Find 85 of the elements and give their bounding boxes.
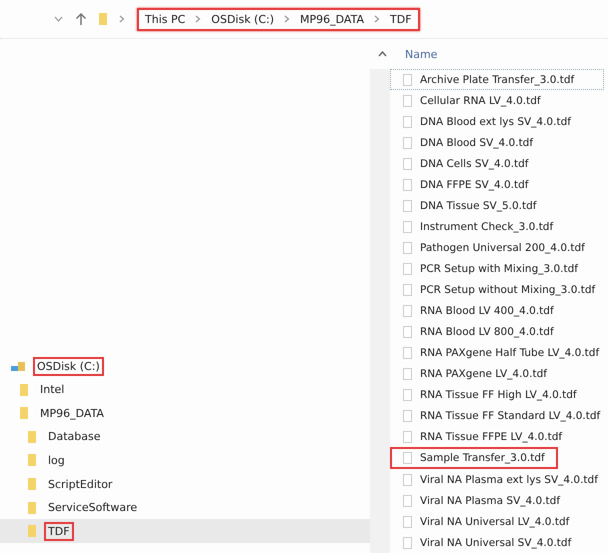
document-icon: [403, 474, 412, 486]
address-bar[interactable]: This PC OSDisk (C:) MP96_DATA TDF: [137, 8, 420, 30]
folder-icon: [28, 453, 36, 468]
tree-item-label[interactable]: log: [44, 450, 69, 470]
tree-item-row[interactable]: log: [0, 448, 370, 472]
folder-icon: [28, 477, 36, 492]
folder-icon: [20, 382, 28, 397]
file-item[interactable]: RNA Blood LV 400_4.0.tdf: [390, 300, 604, 321]
document-icon: [403, 346, 412, 358]
folder-icon: [20, 406, 28, 420]
tree-item-label[interactable]: MP96_DATA: [36, 404, 108, 423]
breadcrumb-item[interactable]: OSDisk (C:): [211, 12, 274, 26]
tree-item-label[interactable]: ScriptEditor: [44, 474, 116, 494]
file-item[interactable]: Pathogen Universal 200_4.0.tdf: [390, 237, 604, 258]
file-item[interactable]: Viral NA Plasma SV_4.0.tdf: [390, 490, 604, 511]
breadcrumb-item[interactable]: TDF: [390, 12, 412, 26]
file-item[interactable]: Viral NA Plasma ext lys SV_4.0.tdf: [390, 469, 604, 490]
document-icon: [403, 516, 412, 528]
document-icon: [403, 220, 412, 232]
tree-item-row[interactable]: Intel: [0, 378, 370, 402]
document-icon: [403, 136, 412, 148]
document-icon: [403, 388, 412, 400]
document-icon: [403, 368, 412, 380]
document-icon: [403, 200, 412, 212]
tree-item-row[interactable]: ServiceSoftware: [0, 496, 370, 520]
tree-item-label[interactable]: OSDisk (C:): [33, 356, 104, 376]
tree-item-row[interactable]: OSDisk (C:): [0, 354, 370, 378]
breadcrumb-item[interactable]: This PC: [145, 12, 186, 26]
tree-item-label[interactable]: Database: [44, 427, 104, 446]
folder-icon: [28, 500, 36, 515]
tree-item-row[interactable]: ScriptEditor: [0, 472, 370, 496]
file-item[interactable]: DNA Blood ext lys SV_4.0.tdf: [390, 111, 604, 132]
document-icon: [403, 326, 412, 338]
file-item[interactable]: Sample Transfer_3.0.tdf: [390, 447, 558, 469]
chevron-right-icon: [284, 15, 290, 23]
folder-icon: [28, 524, 36, 538]
file-item[interactable]: Archive Plate Transfer_3.0.tdf: [390, 69, 604, 90]
file-item[interactable]: RNA Tissue FF Standard LV_4.0.tdf: [390, 405, 604, 426]
file-item[interactable]: RNA Blood LV 800_4.0.tdf: [390, 321, 604, 342]
document-icon: [403, 494, 412, 506]
folder-icon: [28, 430, 36, 444]
document-icon: [403, 284, 412, 296]
document-icon: [403, 74, 412, 86]
file-item[interactable]: DNA Blood SV_4.0.tdf: [390, 132, 604, 153]
document-icon: [403, 304, 412, 316]
document-icon: [403, 94, 412, 106]
file-item[interactable]: Cellular RNA LV_4.0.tdf: [390, 90, 604, 111]
sort-caret-icon[interactable]: [378, 51, 387, 57]
file-item[interactable]: RNA PAXgene LV_4.0.tdf: [390, 363, 604, 384]
tree-item-label[interactable]: Intel: [36, 380, 68, 400]
breadcrumb-item[interactable]: MP96_DATA: [300, 12, 364, 26]
tree-item-selected[interactable]: TDF: [0, 519, 370, 543]
document-icon: [403, 116, 412, 128]
document-icon: [403, 158, 412, 170]
file-item[interactable]: Instrument Check_3.0.tdf: [390, 216, 604, 237]
column-header[interactable]: Name: [405, 48, 438, 60]
document-icon: [403, 430, 412, 442]
document-icon: [403, 452, 412, 464]
file-item[interactable]: DNA Cells SV_4.0.tdf: [390, 153, 604, 174]
file-item[interactable]: Viral NA Universal SV_4.0.tdf: [390, 532, 604, 553]
tree-item-label[interactable]: TDF: [44, 522, 74, 541]
chevron-right-icon: [374, 15, 380, 23]
drive-icon: [11, 360, 25, 372]
file-item[interactable]: DNA FFPE SV_4.0.tdf: [390, 174, 604, 195]
document-icon: [403, 536, 412, 548]
scrollbar[interactable]: [370, 69, 390, 553]
up-arrow-icon[interactable]: [75, 12, 87, 26]
file-item[interactable]: Viral NA Universal LV_4.0.tdf: [390, 511, 604, 532]
recent-locations-chevron-icon[interactable]: [54, 16, 63, 22]
document-icon: [403, 242, 412, 254]
document-icon: [403, 262, 412, 274]
tree-item-row[interactable]: MP96_DATA: [0, 401, 370, 426]
document-icon: [403, 410, 412, 422]
file-item[interactable]: RNA Tissue FF High LV_4.0.tdf: [390, 384, 604, 405]
file-item[interactable]: PCR Setup without Mixing_3.0.tdf: [390, 279, 604, 300]
folder-icon: [99, 12, 107, 26]
file-item[interactable]: PCR Setup with Mixing_3.0.tdf: [390, 258, 604, 279]
chevron-right-icon: [119, 15, 125, 23]
file-item[interactable]: DNA Tissue SV_5.0.tdf: [390, 195, 604, 216]
file-item[interactable]: RNA Tissue FFPE LV_4.0.tdf: [390, 426, 604, 447]
tree-item-row[interactable]: Database: [0, 425, 370, 449]
tree-item-label[interactable]: ServiceSoftware: [44, 498, 142, 518]
document-icon: [403, 178, 412, 190]
file-item[interactable]: RNA PAXgene Half Tube LV_4.0.tdf: [390, 342, 604, 363]
chevron-right-icon: [195, 15, 202, 23]
